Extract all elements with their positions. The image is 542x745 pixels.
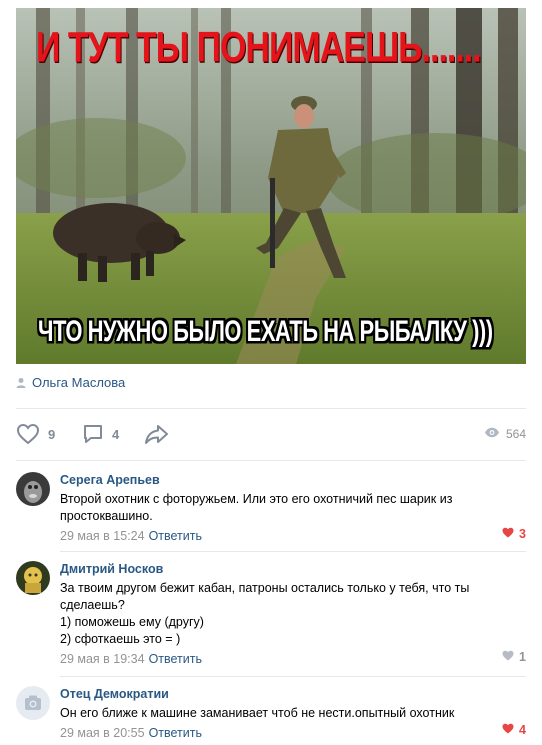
avatar[interactable] xyxy=(16,686,50,720)
avatar[interactable] xyxy=(16,561,50,595)
meme-bottom-caption: ЧТО НУЖНО БЫЛО ЕХАТЬ НА РЫБАЛКУ ))) xyxy=(38,314,493,348)
avatar[interactable] xyxy=(16,472,50,506)
comment-time[interactable]: 29 мая в 15:24 xyxy=(60,529,145,543)
comment-item: Отец Демократии Он его ближе к машине за… xyxy=(16,686,526,744)
like-button[interactable]: 9 xyxy=(16,423,55,445)
views-count: 564 xyxy=(505,427,526,441)
comment-text: Второй охотник с фоторужьем. Или это его… xyxy=(60,492,453,523)
share-button[interactable] xyxy=(144,423,170,445)
post-author[interactable]: Ольга Маслова xyxy=(16,375,125,390)
comment-item: Серега Арепьев Второй охотник с фоторужь… xyxy=(16,472,526,543)
comment-button[interactable]: 4 xyxy=(82,423,119,445)
comment-bubble-icon xyxy=(82,423,104,445)
comment-like-button[interactable]: 4 xyxy=(502,723,526,737)
comment-time[interactable]: 29 мая в 19:34 xyxy=(60,652,145,666)
post-actions: 9 4 564 xyxy=(16,423,526,449)
meme-top-caption: И ТУТ ТЫ ПОНИМАЕШЬ....... xyxy=(36,24,482,72)
comment-author[interactable]: Серега Арепьев xyxy=(60,472,526,488)
reply-button[interactable]: Ответить xyxy=(149,652,202,666)
divider xyxy=(60,551,526,552)
author-name[interactable]: Ольга Маслова xyxy=(32,375,125,390)
comment-like-count: 3 xyxy=(519,527,526,541)
post-image[interactable]: И ТУТ ТЫ ПОНИМАЕШЬ....... ЧТО НУЖНО БЫЛО… xyxy=(16,8,526,364)
heart-icon xyxy=(502,527,514,541)
comment-like-count: 4 xyxy=(519,723,526,737)
reply-button[interactable]: Ответить xyxy=(149,529,202,543)
divider xyxy=(60,676,526,677)
like-count: 9 xyxy=(48,426,56,442)
comment-item: Дмитрий Носков За твоим другом бежит каб… xyxy=(16,561,526,671)
comment-like-button[interactable]: 1 xyxy=(502,650,526,664)
comment-like-button[interactable]: 3 xyxy=(502,527,526,541)
eye-icon xyxy=(484,427,500,441)
comment-like-count: 1 xyxy=(519,650,526,664)
comment-author[interactable]: Отец Демократии xyxy=(60,686,526,702)
divider xyxy=(16,408,526,409)
comment-text: Он его ближе к машине заманивает чтоб не… xyxy=(60,706,455,720)
user-icon xyxy=(16,377,26,389)
share-arrow-icon xyxy=(144,423,170,445)
comment-count: 4 xyxy=(112,426,120,442)
divider xyxy=(16,460,526,461)
heart-icon xyxy=(502,650,514,664)
heart-icon xyxy=(16,423,40,445)
comment-time[interactable]: 29 мая в 20:55 xyxy=(60,726,145,740)
comment-text: За твоим другом бежит кабан, патроны ост… xyxy=(60,581,470,646)
heart-icon xyxy=(502,723,514,737)
comment-author[interactable]: Дмитрий Носков xyxy=(60,561,526,577)
reply-button[interactable]: Ответить xyxy=(149,726,202,740)
views-counter: 564 xyxy=(484,427,526,441)
